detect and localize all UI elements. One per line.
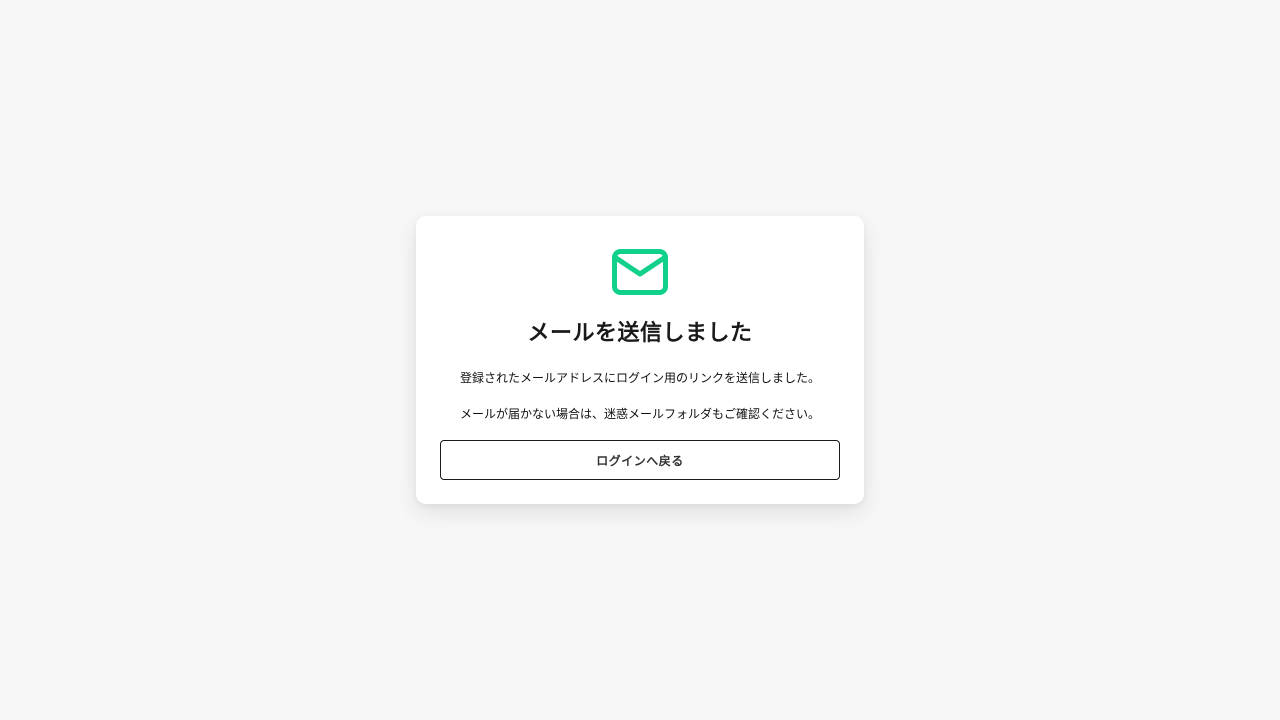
confirmation-card: メールを送信しました 登録されたメールアドレスにログイン用のリンクを送信しました… — [416, 216, 864, 504]
spam-folder-note: メールが届かない場合は、迷惑メールフォルダもご確認ください。 — [459, 407, 820, 421]
back-to-login-button[interactable]: ログインへ戻る — [440, 440, 840, 480]
page-title: メールを送信しました — [527, 321, 753, 346]
mail-icon — [612, 249, 668, 295]
page: メールを送信しました 登録されたメールアドレスにログイン用のリンクを送信しました… — [0, 0, 1280, 720]
sent-message: 登録されたメールアドレスにログイン用のリンクを送信しました。 — [459, 371, 820, 385]
